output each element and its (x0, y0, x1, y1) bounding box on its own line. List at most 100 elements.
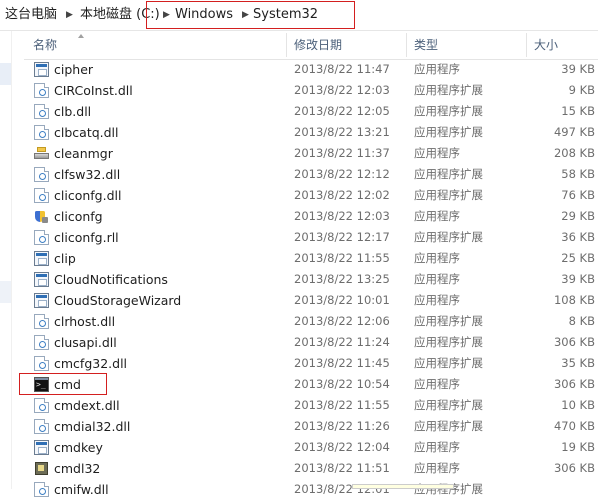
file-type: 应用程序 (414, 440, 460, 454)
dll-icon (34, 230, 49, 245)
file-size: 208 KB (553, 146, 595, 160)
column-divider[interactable] (286, 33, 287, 57)
sort-ascending-icon (78, 34, 84, 38)
file-list[interactable]: cipher 2013/8/22 11:47 应用程序 39 KB CIRCoInst.… (0, 59, 598, 500)
tooltip-edge (352, 484, 454, 489)
dll-icon (34, 356, 49, 371)
file-type: 应用程序 (414, 251, 460, 265)
file-row[interactable]: clbcatq.dll 2013/8/22 13:21 应用程序扩展 497 KB (0, 122, 598, 143)
file-size: 470 KB (553, 419, 595, 433)
file-size: 35 KB (561, 356, 595, 370)
shield-icon (34, 209, 49, 224)
file-name: cmdext.dll (54, 398, 120, 413)
file-size: 108 KB (553, 293, 595, 307)
file-type: 应用程序 (414, 293, 460, 307)
file-row[interactable]: clfsw32.dll 2013/8/22 12:12 应用程序扩展 58 KB (0, 164, 598, 185)
file-date-modified: 2013/8/22 12:17 (294, 230, 390, 244)
file-type: 应用程序扩展 (414, 482, 483, 496)
file-type: 应用程序扩展 (414, 419, 483, 433)
file-name: cmdial32.dll (54, 419, 131, 434)
file-name: cliconfg (54, 209, 103, 224)
file-date-modified: 2013/8/22 12:03 (294, 209, 390, 223)
file-date-modified: 2013/8/22 11:37 (294, 146, 390, 160)
file-date-modified: 2013/8/22 12:04 (294, 440, 390, 454)
exe-icon (34, 62, 49, 77)
file-name: cleanmgr (54, 146, 113, 161)
file-row[interactable]: clusapi.dll 2013/8/22 11:24 应用程序扩展 306 KB (0, 332, 598, 353)
file-row[interactable]: cleanmgr 2013/8/22 11:37 应用程序 208 KB (0, 143, 598, 164)
breadcrumb-highlight-box (146, 1, 355, 29)
file-row[interactable]: cipher 2013/8/22 11:47 应用程序 39 KB (0, 59, 598, 80)
file-row[interactable]: cmdkey 2013/8/22 12:04 应用程序 19 KB (0, 437, 598, 458)
file-date-modified: 2013/8/22 11:51 (294, 461, 390, 475)
file-row[interactable]: cmdial32.dll 2013/8/22 11:26 应用程序扩展 470 KB (0, 416, 598, 437)
file-name: cmdkey (54, 440, 103, 455)
file-type: 应用程序 (414, 146, 460, 160)
file-name: cmifw.dll (54, 482, 109, 497)
file-date-modified: 2013/8/22 12:01 (294, 482, 390, 496)
column-header: 名称 修改日期 类型 大小 (24, 31, 598, 60)
file-name: cliconfg.dll (54, 188, 122, 203)
file-size: 497 KB (553, 125, 595, 139)
file-row[interactable]: CloudNotifications 2013/8/22 13:25 应用程序 39 … (0, 269, 598, 290)
file-size: 58 KB (561, 167, 595, 181)
file-row[interactable]: cmdext.dll 2013/8/22 11:55 应用程序扩展 10 KB (0, 395, 598, 416)
file-size: 29 KB (561, 209, 595, 223)
file-row[interactable]: clip 2013/8/22 11:55 应用程序 25 KB (0, 248, 598, 269)
dll-icon (34, 83, 49, 98)
file-date-modified: 2013/8/22 12:03 (294, 83, 390, 97)
file-date-modified: 2013/8/22 12:05 (294, 104, 390, 118)
file-row[interactable]: clrhost.dll 2013/8/22 12:06 应用程序扩展 8 KB (0, 311, 598, 332)
file-row[interactable]: cliconfg.rll 2013/8/22 12:17 应用程序扩展 36 KB (0, 227, 598, 248)
file-date-modified: 2013/8/22 12:02 (294, 188, 390, 202)
file-size: 306 KB (553, 377, 595, 391)
column-name[interactable]: 名称 (33, 31, 57, 59)
file-size: 8 KB (568, 314, 595, 328)
file-row[interactable]: CloudStorageWizard 2013/8/22 10:01 应用程序 108… (0, 290, 598, 311)
file-name: clfsw32.dll (54, 167, 121, 182)
file-type: 应用程序 (414, 272, 460, 286)
file-name: cipher (54, 62, 94, 77)
disk-cleanup-icon (34, 146, 49, 161)
file-date-modified: 2013/8/22 12:12 (294, 167, 390, 181)
file-size: 39 KB (561, 272, 595, 286)
dll-icon (34, 482, 49, 497)
file-size: 9 KB (568, 83, 595, 97)
column-divider[interactable] (526, 33, 527, 57)
file-date-modified: 2013/8/22 11:47 (294, 62, 390, 76)
file-row[interactable]: cmcfg32.dll 2013/8/22 11:45 应用程序扩展 35 KB (0, 353, 598, 374)
file-type: 应用程序扩展 (414, 167, 483, 181)
file-date-modified: 2013/8/22 10:01 (294, 293, 390, 307)
exe-icon (34, 293, 49, 308)
file-date-modified: 2013/8/22 11:55 (294, 398, 390, 412)
column-type[interactable]: 类型 (414, 31, 438, 59)
breadcrumb-chevron-icon[interactable]: ▶ (66, 0, 73, 30)
column-size[interactable]: 大小 (534, 31, 558, 59)
file-type: 应用程序 (414, 377, 460, 391)
file-row[interactable]: cliconfg 2013/8/22 12:03 应用程序 29 KB (0, 206, 598, 227)
file-row[interactable]: clb.dll 2013/8/22 12:05 应用程序扩展 15 KB (0, 101, 598, 122)
file-size: 19 KB (561, 440, 595, 454)
file-name: clrhost.dll (54, 314, 116, 329)
dll-icon (34, 167, 49, 182)
file-size: 39 KB (561, 62, 595, 76)
file-row[interactable]: cliconfg.dll 2013/8/22 12:02 应用程序扩展 76 KB (0, 185, 598, 206)
phone-icon (34, 461, 49, 476)
column-date-modified[interactable]: 修改日期 (294, 31, 342, 59)
file-row[interactable]: CIRCoInst.dll 2013/8/22 12:03 应用程序扩展 9 KB (0, 80, 598, 101)
file-name: CIRCoInst.dll (54, 83, 133, 98)
file-name: CloudNotifications (54, 272, 168, 287)
file-row[interactable]: cmdl32 2013/8/22 11:51 应用程序 306 KB (0, 458, 598, 479)
file-row[interactable]: cmifw.dll 2013/8/22 12:01 应用程序扩展 (0, 479, 598, 500)
dll-icon (34, 314, 49, 329)
breadcrumb-this-pc[interactable]: 这台电脑 (5, 0, 57, 30)
file-type: 应用程序扩展 (414, 230, 483, 244)
exe-icon (34, 440, 49, 455)
file-type: 应用程序扩展 (414, 398, 483, 412)
file-name: clbcatq.dll (54, 125, 119, 140)
file-type: 应用程序扩展 (414, 314, 483, 328)
column-divider[interactable] (406, 33, 407, 57)
file-name: cmdl32 (54, 461, 101, 476)
dll-icon (34, 335, 49, 350)
file-date-modified: 2013/8/22 11:45 (294, 356, 390, 370)
